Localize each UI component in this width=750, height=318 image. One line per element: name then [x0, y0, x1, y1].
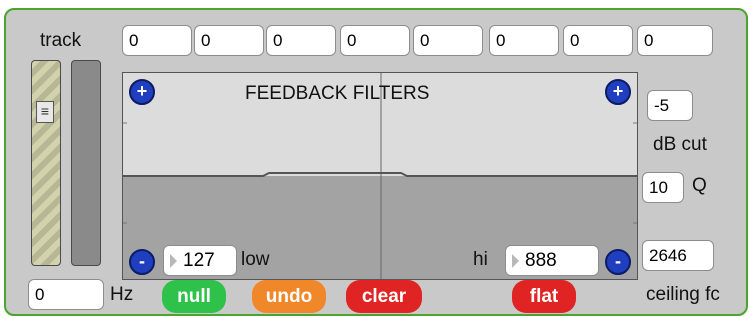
track-label: track [40, 30, 82, 51]
flat-button[interactable]: flat [512, 280, 576, 313]
remove-low-filter-button[interactable]: - [129, 249, 155, 275]
ceiling-fc-label: ceiling fc [646, 284, 720, 305]
response-curve [123, 172, 637, 177]
hi-label: hi [473, 249, 488, 270]
undo-button[interactable]: undo [252, 280, 326, 313]
hz-label: Hz [110, 284, 134, 305]
null-button[interactable]: null [162, 280, 226, 313]
top-value-field-6[interactable]: 0 [489, 25, 559, 56]
top-value-field-1[interactable]: 0 [122, 25, 192, 56]
q-field[interactable]: 10 [642, 172, 684, 203]
number-arrow-icon [170, 253, 177, 268]
slider-thumb-icon[interactable]: ≡ [36, 101, 54, 123]
hi-value: 888 [525, 250, 557, 271]
top-value-field-3[interactable]: 0 [266, 25, 336, 56]
track-slider[interactable]: ≡ [31, 60, 61, 266]
ceiling-fc-field[interactable]: 2646 [642, 240, 714, 271]
feedback-filters-panel: track 0 0 0 0 0 0 0 0 ≡ FEEDBACK FILTERS… [4, 8, 748, 316]
top-value-field-2[interactable]: 0 [194, 25, 264, 56]
top-value-field-8[interactable]: 0 [637, 25, 713, 56]
display-title: FEEDBACK FILTERS [245, 83, 430, 104]
low-label: low [241, 249, 270, 270]
add-low-filter-button[interactable]: + [129, 79, 155, 105]
low-value: 127 [183, 250, 215, 271]
q-label: Q [692, 175, 707, 196]
top-value-field-7[interactable]: 0 [563, 25, 633, 56]
add-high-filter-button[interactable]: + [605, 79, 631, 105]
hz-field[interactable]: 0 [28, 279, 104, 310]
remove-high-filter-button[interactable]: - [605, 249, 631, 275]
top-value-field-5[interactable]: 0 [413, 25, 483, 56]
number-arrow-icon [512, 253, 519, 268]
clear-button[interactable]: clear [346, 280, 422, 313]
high-frequency-field[interactable]: 888 [505, 245, 599, 276]
low-frequency-field[interactable]: 127 [163, 245, 237, 276]
top-value-field-4[interactable]: 0 [340, 25, 410, 56]
db-cut-field[interactable]: -5 [647, 90, 693, 121]
level-meter [71, 60, 101, 266]
db-cut-label: dB cut [653, 134, 707, 155]
feedback-filter-display[interactable]: FEEDBACK FILTERS + + - - 127 low hi 888 [122, 72, 638, 280]
